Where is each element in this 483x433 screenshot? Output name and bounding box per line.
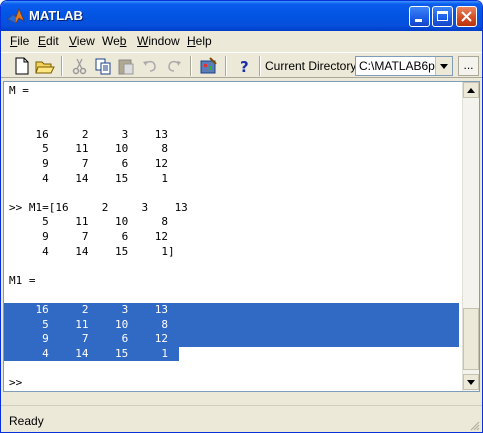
command-line [9, 186, 459, 201]
menu-help[interactable]: Help [187, 34, 212, 48]
scroll-down-button[interactable] [463, 374, 479, 390]
redo-icon [168, 60, 181, 72]
cut-button[interactable] [69, 55, 91, 77]
command-line: 16 2 3 13 [9, 127, 168, 141]
command-line: 4 14 15 1] [9, 244, 175, 258]
command-output: M = 16 2 3 13 5 11 10 8 9 7 6 12 4 14 15… [4, 84, 459, 390]
open-file-button[interactable] [34, 55, 56, 77]
toolbar: ? Current Directory: C:\MATLAB6p1 ... [1, 52, 482, 78]
command-line: >> [9, 375, 23, 389]
arrow-up-icon [467, 88, 475, 93]
toolbar-separator [225, 56, 227, 76]
new-file-icon [15, 57, 29, 75]
command-line [9, 259, 459, 274]
new-file-button[interactable] [11, 55, 33, 77]
command-line: 4 14 15 1 [9, 171, 168, 185]
command-line: 5 11 10 8 [9, 142, 168, 156]
matlab-window: MATLAB File Edit View Web Window Help ? … [0, 0, 483, 433]
undo-icon [143, 60, 156, 72]
copy-button[interactable] [92, 55, 114, 77]
paste-icon [118, 59, 134, 75]
command-line: 16 2 3 13 [4, 302, 459, 318]
open-folder-icon [35, 61, 55, 74]
command-line: M1 = [9, 273, 36, 287]
scrollbar-thumb[interactable] [463, 308, 479, 370]
command-line: >> M1=[16 2 3 13 [9, 200, 188, 214]
help-button[interactable]: ? [233, 55, 255, 77]
close-button[interactable] [456, 6, 477, 27]
menu-view[interactable]: View [69, 34, 95, 48]
current-directory-value: C:\MATLAB6p1 [359, 59, 437, 73]
scroll-up-button[interactable] [463, 82, 479, 98]
minimize-button[interactable] [409, 6, 430, 27]
current-directory-dropdown[interactable] [435, 57, 452, 75]
command-line: 5 11 10 8 [9, 215, 168, 229]
command-line [9, 288, 459, 303]
command-line: 5 11 10 8 [4, 317, 459, 333]
command-line [9, 113, 459, 128]
selected-text: 4 14 15 1 [9, 346, 168, 360]
menu-web[interactable]: Web [102, 34, 126, 48]
selected-text: 16 2 3 13 [9, 302, 168, 316]
window-title: MATLAB [29, 8, 83, 23]
command-line: 9 7 6 12 [9, 156, 168, 170]
vertical-scrollbar[interactable] [462, 82, 479, 391]
command-line: 9 7 6 12 [4, 332, 459, 347]
command-line: M = [9, 84, 29, 97]
menu-bar: File Edit View Web Window Help [1, 31, 482, 51]
toolbar-separator [259, 56, 261, 76]
toolbar-separator [61, 56, 63, 76]
command-line: 4 14 15 1 [4, 346, 459, 362]
maximize-icon [437, 11, 448, 21]
command-line: 9 7 6 12 [9, 229, 168, 243]
undo-button[interactable] [139, 55, 161, 77]
copy-icon [95, 58, 111, 75]
matlab-logo-icon [7, 8, 25, 24]
paste-button[interactable] [115, 55, 137, 77]
chevron-down-icon [440, 64, 448, 69]
resize-grip-icon[interactable] [468, 419, 480, 431]
command-line [9, 361, 459, 376]
redo-button[interactable] [163, 55, 185, 77]
selected-text: 9 7 6 12 [9, 332, 168, 346]
menu-file[interactable]: File [10, 34, 29, 48]
title-bar[interactable]: MATLAB [1, 1, 482, 31]
arrow-down-icon [467, 380, 475, 385]
status-text: Ready [9, 414, 44, 428]
browse-directory-button[interactable]: ... [458, 56, 479, 76]
menu-window[interactable]: Window [137, 34, 180, 48]
selected-text: 5 11 10 8 [9, 317, 168, 331]
maximize-button[interactable] [432, 6, 453, 27]
current-directory-combo[interactable]: C:\MATLAB6p1 [355, 56, 453, 76]
simulink-button[interactable] [198, 55, 220, 77]
svg-text:?: ? [240, 58, 249, 76]
menu-edit[interactable]: Edit [38, 34, 59, 48]
command-window[interactable]: M = 16 2 3 13 5 11 10 8 9 7 6 12 4 14 15… [3, 81, 480, 392]
close-icon [461, 11, 472, 22]
cut-icon [72, 58, 87, 75]
status-bar: Ready [1, 405, 482, 432]
minimize-icon [415, 19, 422, 22]
current-directory-label: Current Directory: [265, 59, 360, 73]
toolbar-separator [190, 56, 192, 76]
help-icon: ? [240, 58, 249, 76]
command-line [9, 99, 459, 114]
simulink-icon [200, 57, 217, 74]
